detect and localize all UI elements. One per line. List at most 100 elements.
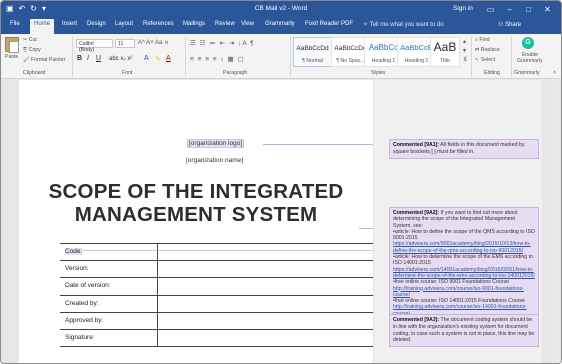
italic-icon[interactable]: I (87, 55, 89, 62)
share-button[interactable]: ⚇ Share (498, 21, 521, 28)
group-separator (72, 37, 73, 77)
share-label: Share (505, 22, 522, 28)
tab-review[interactable]: Review (215, 21, 235, 27)
tab-design[interactable]: Design (87, 21, 106, 27)
style-sample: AaBbCcDd (296, 45, 329, 52)
comment-leader-line (83, 250, 389, 251)
tab-file[interactable]: File (10, 21, 20, 27)
code-label: Code: (65, 248, 83, 255)
tab-insert[interactable]: Insert (62, 21, 77, 27)
style-title[interactable]: AaB Title (430, 37, 460, 67)
font-family-select[interactable]: Calibri (Body) (76, 39, 113, 53)
comment-author: Commented [9A1]: (393, 142, 440, 148)
text-effects-icon[interactable]: A (144, 55, 149, 62)
copy-button[interactable]: ⎘ Copy (23, 47, 41, 54)
lightbulb-icon: ✧ (363, 22, 370, 28)
alignment-icons[interactable]: ≡ ≡ ≡ ≡ ↕ ▦ ▢ (190, 55, 245, 63)
sign-in-link[interactable]: Sign in (453, 5, 473, 12)
organization-name-placeholder[interactable]: [organization name] (186, 157, 243, 164)
table-divider (157, 278, 158, 295)
list-icons[interactable]: ☰ ☷ ≔ ⇤ ⇥ ↓A ¶ (190, 39, 255, 47)
table-divider (157, 261, 158, 278)
comment-link[interactable]: https://advisera.com/9001academy/blog/20… (393, 241, 535, 254)
style-normal[interactable]: AaBbCcDd ¶ Normal (293, 37, 332, 67)
bold-icon[interactable]: B (77, 55, 82, 62)
date-of-version-label: Date of version: (65, 282, 111, 290)
tab-view[interactable]: View (241, 21, 254, 27)
comment-9a3[interactable]: Commented [9A3]: The document coding sys… (389, 314, 539, 348)
tab-layout[interactable]: Layout (115, 21, 133, 27)
organization-logo-placeholder[interactable]: [organization logo] (187, 139, 245, 148)
version-label: Version: (65, 265, 89, 273)
copy-label: Copy (28, 47, 41, 53)
table-row: Code: (60, 244, 373, 262)
select-label: Select (480, 57, 496, 63)
tab-grammarly[interactable]: Grammarly (265, 21, 295, 27)
comment-leader-line (263, 144, 389, 145)
table-row: Approved by: (60, 312, 373, 330)
font-group-label: Font (122, 70, 133, 76)
document-area: [organization logo] [organization name] … (1, 80, 561, 363)
style-name: Title (440, 58, 450, 64)
font-color-icon[interactable]: A (166, 55, 171, 62)
enable-grammarly-button[interactable]: Enable Grammarly (517, 52, 543, 64)
tab-home[interactable]: Home (30, 19, 55, 34)
grow-font-icon[interactable]: A^ A˅ Aa ⨯ (138, 39, 169, 46)
paragraph-group-label: Paragraph (223, 70, 248, 76)
comment-9a2[interactable]: Commented [9A2]: If you want to find out… (389, 207, 539, 321)
title-bar: ▣ ↶ ↻ ▾ CB Mail v2 - Word Sign in ▭ – □ … (1, 1, 561, 18)
document-control-table: Code: Version: Date of version: Created … (60, 243, 373, 348)
grammarly-group-label: Grammarly (514, 70, 540, 76)
table-divider (157, 295, 158, 312)
document-title-line-1: SCOPE OF THE INTEGRATED (48, 180, 344, 203)
format-painter-button[interactable]: 🖌 Format Painter (23, 57, 65, 63)
close-icon[interactable]: ✕ (538, 2, 557, 16)
grammarly-icon[interactable]: G (522, 37, 534, 49)
replace-button[interactable]: ⇄ Replace (475, 47, 500, 53)
select-button[interactable]: ↖ Select (475, 57, 495, 63)
paste-icon[interactable] (5, 37, 19, 53)
comment-author: Commented [9A3]: (393, 317, 440, 323)
table-divider (157, 244, 158, 261)
format-painter-label: Format Painter (31, 57, 66, 63)
comment-author: Commented [9A2]: (393, 210, 440, 216)
highlight-icon[interactable]: ✎ (155, 55, 161, 63)
table-row: Date of version: (60, 278, 373, 296)
group-separator (290, 37, 291, 77)
tab-mailings[interactable]: Mailings (183, 21, 205, 27)
maximize-icon[interactable]: □ (519, 2, 538, 16)
vertical-scrollbar[interactable] (551, 80, 560, 363)
styles-scroll-icon[interactable]: ▴ ▾ ⊻ (463, 38, 467, 65)
underline-icon[interactable]: U (96, 55, 101, 62)
table-row: Signature: (60, 329, 373, 348)
brush-icon: 🖌 (23, 57, 32, 63)
table-row: Version: (60, 261, 373, 279)
cut-button[interactable]: ✂ Cut (23, 37, 37, 43)
person-icon: ⚇ (498, 22, 506, 28)
font-size-select[interactable]: 11 (115, 39, 135, 48)
minimize-icon[interactable]: – (500, 2, 519, 16)
styles-group-label: Styles (371, 70, 386, 76)
collapse-ribbon-icon[interactable]: ˄ (553, 70, 556, 76)
tell-me-box[interactable]: ✧ Tell me what you want to do (363, 21, 444, 28)
find-button[interactable]: ⌕ Find (475, 37, 489, 44)
window-controls: ▭ – □ ✕ (481, 2, 557, 16)
comment-9a1[interactable]: Commented [9A1]: All fields in this docu… (389, 139, 539, 159)
group-separator (511, 37, 512, 77)
comment-link[interactable]: http://training.advisera.com/course/iso-… (393, 286, 535, 299)
comment-link[interactable]: https://advisera.com/14001academy/blog/2… (393, 267, 535, 280)
paste-button[interactable]: Paste (5, 54, 18, 60)
created-by-label: Created by: (65, 299, 99, 307)
editing-group-label: Editing (484, 70, 500, 76)
document-page[interactable]: [organization logo] [organization name] … (19, 80, 373, 363)
window-title: CB Mail v2 - Word (254, 5, 308, 12)
strikethrough-icon[interactable]: abc x₂ x² (109, 56, 132, 62)
approved-by-label: Approved by: (65, 316, 104, 324)
ribbon-display-options-icon[interactable]: ▭ (481, 2, 500, 16)
cut-label: Cut (28, 37, 37, 43)
group-separator (185, 37, 186, 77)
tab-references[interactable]: References (143, 21, 174, 27)
grammarly-label: Grammarly (517, 58, 543, 64)
style-name: ¶ Normal (302, 58, 323, 64)
tab-foxit-reader-pdf[interactable]: Foxit Reader PDF (305, 21, 353, 27)
